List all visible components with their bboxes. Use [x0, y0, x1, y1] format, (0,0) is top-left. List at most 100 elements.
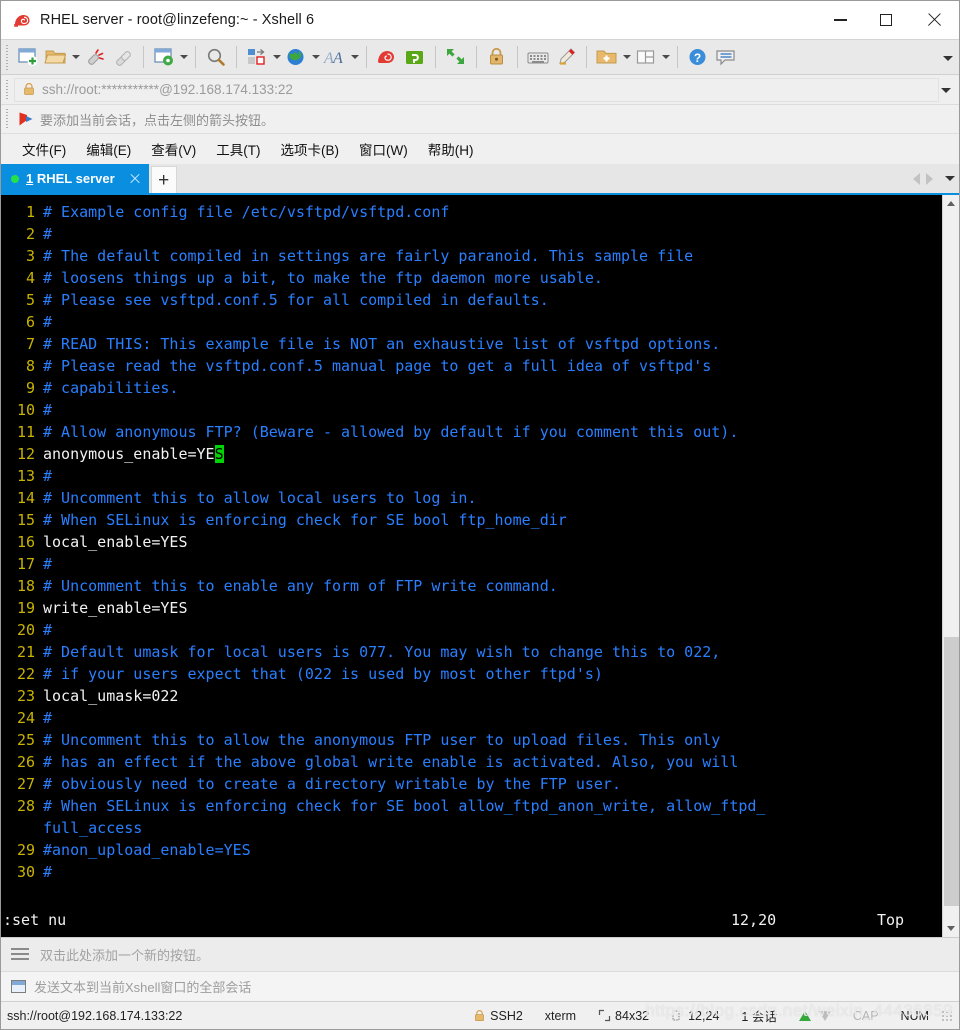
add-to-folder-dropdown-icon[interactable] [621, 42, 632, 72]
scroll-up-icon[interactable] [943, 195, 960, 212]
arrange-panes-icon[interactable] [632, 42, 660, 72]
terminal-line: 9 # capabilities. [1, 377, 942, 399]
menu-bar: 文件(F) 编辑(E) 查看(V) 工具(T) 选项卡(B) 窗口(W) 帮助(… [1, 134, 959, 164]
tab-rhel-server[interactable]: 1 RHEL server [1, 164, 149, 193]
chat-icon[interactable] [712, 42, 740, 72]
address-input[interactable]: ssh://root:***********@192.168.174.133:2… [14, 77, 939, 102]
find-icon[interactable] [202, 42, 230, 72]
maximize-button[interactable] [863, 1, 909, 39]
lock-icon[interactable] [483, 42, 511, 72]
hamburger-icon[interactable] [11, 948, 29, 961]
layout-dropdown-icon[interactable] [271, 42, 282, 72]
line-text: # [43, 467, 53, 485]
menu-view[interactable]: 查看(V) [142, 136, 205, 162]
close-button[interactable] [909, 1, 959, 39]
lock-icon [24, 83, 34, 95]
terminal-line: 3 # The default compiled in settings are … [1, 245, 942, 267]
highlight-pen-icon[interactable] [552, 42, 580, 72]
toolbar-grip[interactable] [4, 44, 10, 70]
line-number: 9 [25, 379, 35, 397]
line-text: # Please see vsftpd.conf.5 for all compi… [43, 291, 549, 309]
font-dropdown-icon[interactable] [349, 42, 360, 72]
terminal-line: 10 # [1, 399, 942, 421]
xshell-icon[interactable] [373, 42, 401, 72]
keyboard-icon[interactable] [524, 42, 552, 72]
line-text: # Uncomment this to allow the anonymous … [43, 731, 721, 749]
line-text: local_umask=022 [43, 687, 179, 705]
svg-text:?: ? [694, 51, 701, 65]
line-text: #anon_upload_enable=YES [43, 841, 251, 859]
menu-help[interactable]: 帮助(H) [419, 136, 483, 162]
toolbar-separator [236, 46, 237, 68]
upload-arrow-icon [798, 1010, 811, 1021]
tab-close-icon[interactable] [127, 171, 143, 187]
status-terminal-type: xterm [544, 1008, 577, 1023]
disconnect-icon[interactable] [81, 42, 109, 72]
address-value: ssh://root:***********@192.168.174.133:2… [42, 82, 293, 97]
menu-tools[interactable]: 工具(T) [207, 136, 269, 162]
line-text: local_enable=YES [43, 533, 188, 551]
open-folder-dropdown-icon[interactable] [70, 42, 81, 72]
vim-status-line: :set nu 12,20 Top [1, 909, 942, 931]
minimize-button[interactable] [817, 1, 863, 39]
menu-edit[interactable]: 编辑(E) [77, 136, 140, 162]
open-folder-icon[interactable] [42, 42, 70, 72]
tab-list-icon[interactable] [945, 176, 955, 181]
address-bar-grip[interactable] [4, 79, 10, 100]
line-text: # capabilities. [43, 379, 179, 397]
toolbar-separator [366, 46, 367, 68]
layout-icon[interactable] [243, 42, 271, 72]
arrange-panes-dropdown-icon[interactable] [660, 42, 671, 72]
red-arrow-flag-icon[interactable] [18, 111, 35, 127]
scrollbar-track[interactable] [943, 212, 959, 920]
line-text: # When SELinux is enforcing check for SE… [43, 797, 766, 815]
toolbar-overflow-icon[interactable] [943, 40, 953, 76]
terminal-cursor: S [214, 445, 224, 463]
address-dropdown-icon[interactable] [941, 75, 951, 105]
new-session-icon[interactable] [14, 42, 42, 72]
scrollbar-thumb[interactable] [943, 636, 959, 906]
fullscreen-icon[interactable] [442, 42, 470, 72]
terminal-line: 1 # Example config file /etc/vsftpd/vsftp… [1, 201, 942, 223]
line-number: 24 [16, 709, 35, 727]
line-text: # READ THIS: This example file is NOT an… [43, 335, 721, 353]
line-number: 29 [16, 841, 35, 859]
send-to-all-sessions-icon[interactable] [11, 980, 26, 993]
line-text: # Default umask for local users is 077. … [43, 643, 721, 661]
terminal-output[interactable]: 1 # Example config file /etc/vsftpd/vsftp… [1, 195, 942, 937]
terminal-line: 28 # When SELinux is enforcing check for … [1, 795, 942, 817]
xftp-icon[interactable] [401, 42, 429, 72]
main-toolbar: A A ? [1, 39, 959, 75]
line-text: # if your users expect that (022 is used… [43, 665, 603, 683]
menu-tabs[interactable]: 选项卡(B) [272, 136, 349, 162]
hint-bar-grip[interactable] [4, 109, 10, 129]
line-text: # Allow anonymous FTP? (Beware - allowed… [43, 423, 739, 441]
line-text: # The default compiled in settings are f… [43, 247, 694, 265]
line-text: # When SELinux is enforcing check for SE… [43, 511, 567, 529]
session-properties-dropdown-icon[interactable] [178, 42, 189, 72]
tab-bar: 1 RHEL server + [1, 164, 959, 193]
terminal-line: 23 local_umask=022 [1, 685, 942, 707]
tab-scroll-right-icon[interactable] [926, 172, 933, 185]
terminal-area: 1 # Example config file /etc/vsftpd/vsftp… [1, 193, 959, 937]
reconnect-icon[interactable] [109, 42, 137, 72]
new-tab-button[interactable]: + [150, 166, 177, 193]
send-to-all-bar[interactable]: 发送文本到当前Xshell窗口的全部会话 [1, 971, 959, 1001]
line-number: 19 [16, 599, 35, 617]
add-to-folder-icon[interactable] [593, 42, 621, 72]
menu-window[interactable]: 窗口(W) [350, 136, 417, 162]
session-properties-icon[interactable] [150, 42, 178, 72]
globe-icon[interactable] [282, 42, 310, 72]
quick-button-bar[interactable]: 双击此处添加一个新的按钮。 [1, 937, 959, 971]
vim-command: :set nu [3, 911, 67, 929]
font-icon[interactable]: A A [321, 42, 349, 72]
tab-scroll-left-icon[interactable] [913, 172, 920, 185]
terminal-scrollbar[interactable] [942, 195, 959, 937]
terminal-line: 2 # [1, 223, 942, 245]
line-text: # has an effect if the above global writ… [43, 753, 739, 771]
globe-dropdown-icon[interactable] [310, 42, 321, 72]
scroll-down-icon[interactable] [943, 920, 960, 937]
help-icon[interactable]: ? [684, 42, 712, 72]
line-number: 12 [16, 445, 35, 463]
menu-file[interactable]: 文件(F) [13, 136, 75, 162]
